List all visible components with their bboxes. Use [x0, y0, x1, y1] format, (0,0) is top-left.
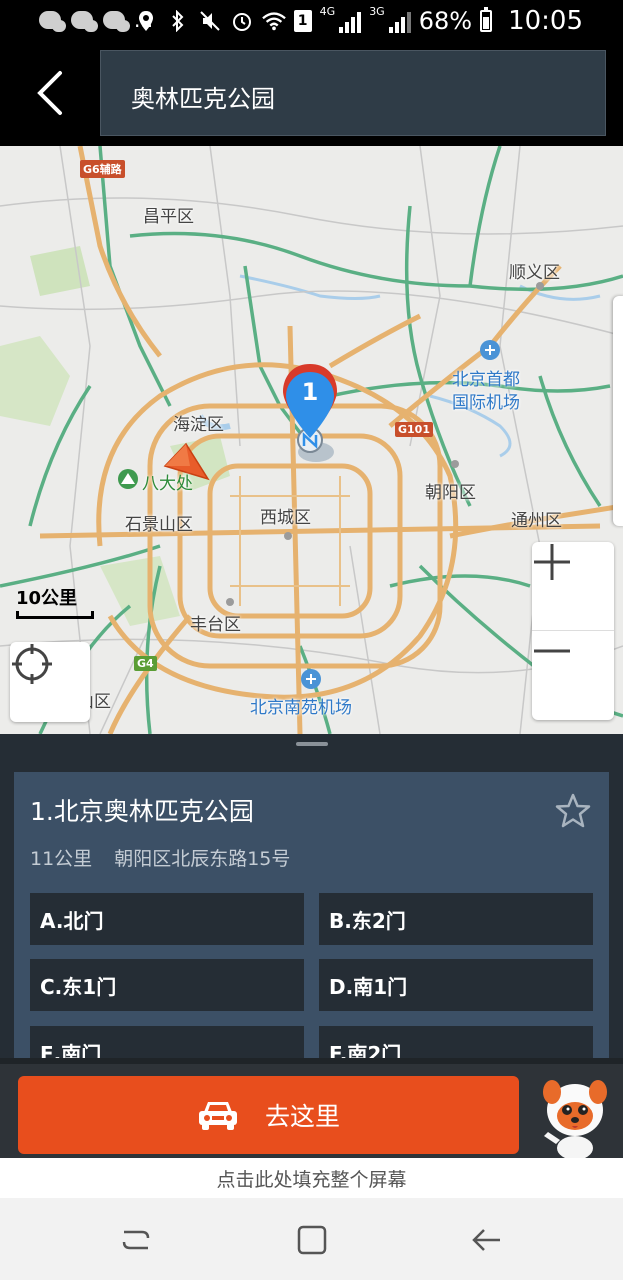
- result-panel: 1.北京奥林匹克公园 11公里 朝阳区北辰东路15号 A.北门 B.东2门 C.…: [0, 734, 623, 1058]
- gate-button[interactable]: D.南1门: [319, 959, 593, 1011]
- result-meta: 11公里 朝阳区北辰东路15号: [30, 844, 290, 871]
- gate-button[interactable]: E.南门: [30, 1026, 304, 1058]
- signal-icon: [339, 9, 362, 33]
- chevron-left-icon: [37, 71, 62, 115]
- crosshair-icon: [12, 644, 52, 684]
- map-label-xicheng: 西城区: [260, 508, 311, 528]
- map-label-airport-capital-2: 国际机场: [452, 393, 520, 413]
- result-title: 1.北京奥林匹克公园: [30, 797, 254, 826]
- gate-button[interactable]: B.东2门: [319, 893, 593, 945]
- back-button[interactable]: [22, 62, 78, 124]
- scale-label: 10公里: [16, 588, 78, 609]
- gate-button[interactable]: C.东1门: [30, 959, 304, 1011]
- map-label-chaoyang: 朝阳区: [425, 483, 476, 503]
- status-bar: ... 1 4G 3G 68% 10:05: [0, 0, 623, 44]
- wechat-icon: [70, 8, 98, 32]
- system-nav-bar: [0, 1198, 623, 1280]
- home-button[interactable]: [290, 1218, 334, 1262]
- go-here-label: 去这里: [264, 1102, 340, 1131]
- result-card[interactable]: 1.北京奥林匹克公园 11公里 朝阳区北辰东路15号 A.北门 B.东2门 C.…: [14, 772, 609, 1058]
- map-scale: 10公里: [16, 584, 94, 619]
- fill-screen-bar[interactable]: 点击此处填充整个屏幕: [0, 1158, 623, 1198]
- star-icon: [555, 793, 591, 828]
- map-view[interactable]: 昌平区 顺义区 北京首都 国际机场 海淀区 八大处 石景山区 西城区 朝阳区 通…: [0, 146, 623, 734]
- zoom-out-button[interactable]: [532, 631, 614, 720]
- signal-icon: [388, 9, 411, 33]
- map-label-haidian: 海淀区: [173, 415, 224, 435]
- recent-apps-icon: [122, 1230, 150, 1250]
- system-back-button[interactable]: [464, 1218, 508, 1262]
- map-canvas: [0, 146, 623, 734]
- mascot-avatar[interactable]: [534, 1074, 616, 1160]
- favorite-button[interactable]: [554, 792, 592, 830]
- mute-icon: [198, 9, 222, 33]
- sim-slot-badge: 1: [293, 10, 312, 32]
- map-label-shunyi: 顺义区: [509, 263, 560, 283]
- action-area: 去这里: [0, 1058, 623, 1160]
- road-badge-g6: G6辅路: [80, 160, 125, 178]
- battery-icon: [480, 7, 493, 32]
- map-label-airport-capital-1: 北京首都: [452, 370, 520, 390]
- locate-button[interactable]: [10, 642, 90, 722]
- home-icon: [297, 1225, 327, 1255]
- go-here-button[interactable]: 去这里: [18, 1076, 519, 1154]
- zoom-in-button[interactable]: [532, 542, 614, 631]
- panel-drag-handle[interactable]: [296, 742, 328, 746]
- location-icon: [134, 9, 158, 33]
- result-distance: 11公里: [30, 848, 93, 870]
- network-type-4g: 4G: [319, 5, 336, 18]
- zoom-control: [532, 542, 614, 720]
- side-drawer-handle[interactable]: [613, 296, 623, 526]
- network-type-3g: 3G: [369, 5, 385, 18]
- map-label-changping: 昌平区: [143, 207, 194, 227]
- clock: 10:05: [508, 6, 583, 36]
- recent-apps-button[interactable]: [114, 1218, 158, 1262]
- map-label-nanyuan-airport: 北京南苑机场: [250, 698, 352, 718]
- result-address: 朝阳区北辰东路15号: [114, 848, 291, 870]
- search-input[interactable]: 奥林匹克公园: [100, 50, 606, 136]
- minus-icon: [534, 649, 570, 653]
- gate-button[interactable]: F.南2门: [319, 1026, 593, 1058]
- bluetooth-icon: [166, 9, 190, 33]
- car-icon: [198, 1102, 237, 1130]
- destination-marker-number[interactable]: 1: [298, 378, 322, 406]
- top-bar: 奥林匹克公园: [0, 44, 623, 146]
- wechat-icon: [102, 8, 130, 32]
- map-label-badachu: 八大处: [142, 474, 193, 494]
- battery-percent: 68%: [418, 7, 473, 35]
- wifi-icon: [261, 9, 286, 33]
- road-badge-g101: G101: [395, 422, 433, 437]
- fill-screen-label: 点击此处填充整个屏幕: [216, 1168, 407, 1191]
- map-label-shijingshan: 石景山区: [125, 515, 193, 535]
- road-badge-g4: G4: [134, 656, 157, 671]
- back-arrow-icon: [472, 1229, 500, 1251]
- map-label-fengtai: 丰台区: [190, 615, 241, 635]
- alarm-icon: [230, 9, 254, 33]
- wechat-icon: [38, 8, 66, 32]
- scale-bar: [16, 611, 94, 619]
- plus-icon: [534, 544, 570, 580]
- map-label-tongzhou: 通州区: [511, 511, 562, 531]
- search-query-text: 奥林匹克公园: [131, 85, 275, 113]
- gate-button[interactable]: A.北门: [30, 893, 304, 945]
